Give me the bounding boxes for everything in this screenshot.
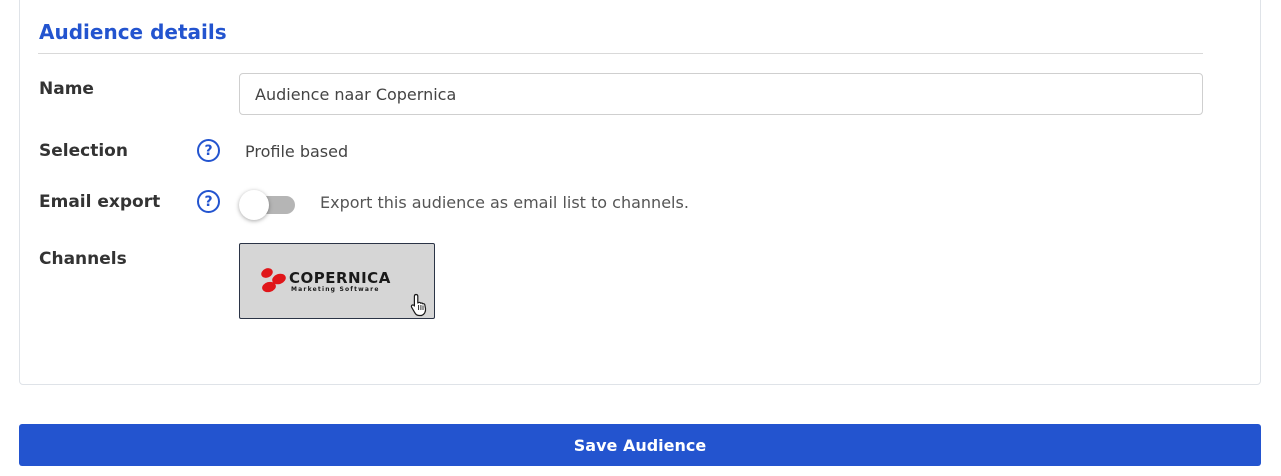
email-export-toggle[interactable] bbox=[239, 190, 297, 220]
copernica-logo-icon bbox=[261, 268, 286, 293]
section-title: Audience details bbox=[39, 20, 227, 44]
copernica-logo: COPERNICA Marketing Software bbox=[259, 266, 419, 296]
toggle-knob bbox=[239, 190, 269, 220]
name-label: Name bbox=[39, 79, 94, 99]
selection-label: Selection bbox=[39, 141, 128, 161]
channel-tile-copernica[interactable]: COPERNICA Marketing Software bbox=[239, 243, 435, 319]
channels-label: Channels bbox=[39, 249, 127, 269]
copernica-logo-word: COPERNICA bbox=[289, 269, 391, 287]
email-export-description: Export this audience as email list to ch… bbox=[320, 193, 689, 212]
copernica-logo-tagline: Marketing Software bbox=[291, 286, 380, 293]
section-divider bbox=[38, 53, 1203, 54]
selection-value: Profile based bbox=[245, 142, 349, 161]
hand-pointer-icon bbox=[410, 293, 427, 317]
email-export-label: Email export bbox=[39, 192, 161, 212]
email-export-help-icon[interactable]: ? bbox=[197, 190, 220, 213]
name-input[interactable] bbox=[239, 73, 1203, 115]
selection-help-icon[interactable]: ? bbox=[197, 139, 220, 162]
save-audience-button[interactable]: Save Audience bbox=[19, 424, 1261, 466]
